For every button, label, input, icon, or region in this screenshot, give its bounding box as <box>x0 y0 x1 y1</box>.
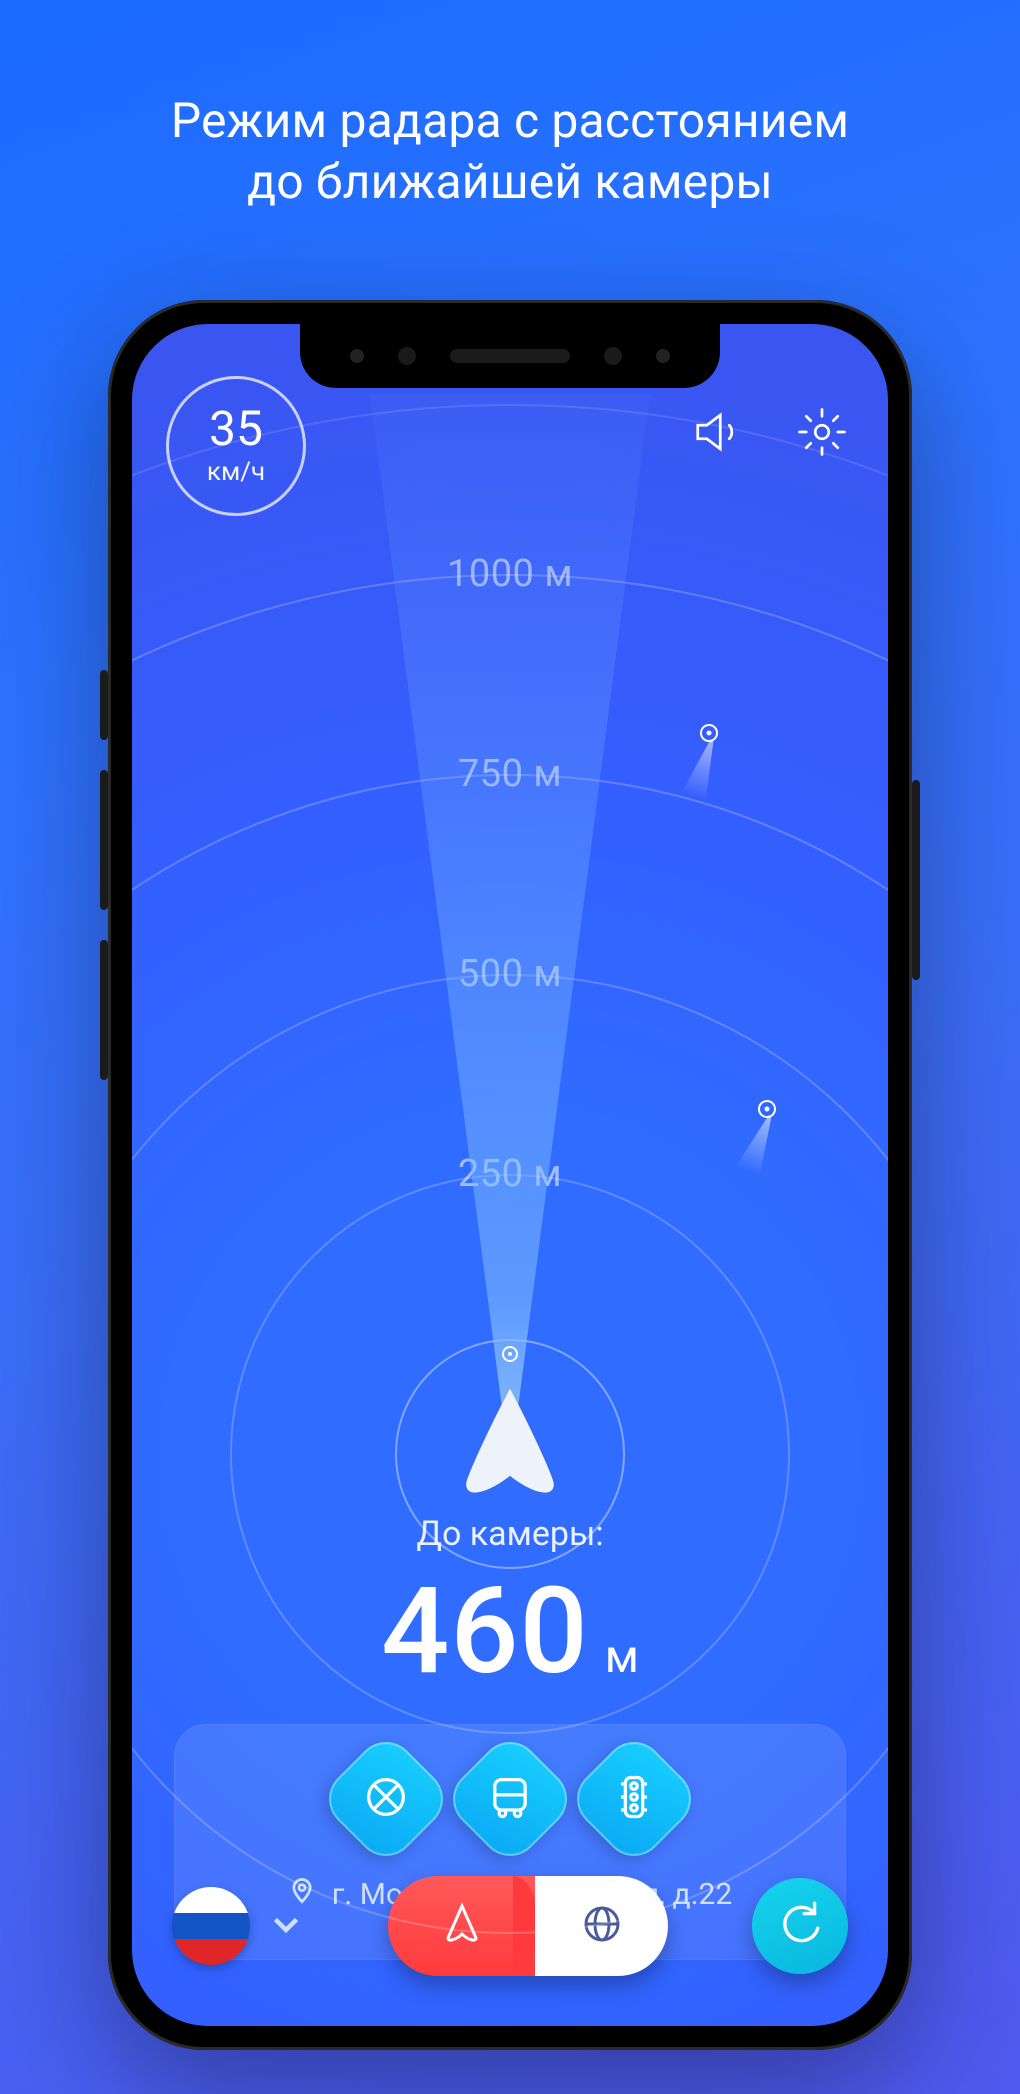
app-screen: 35 км/ч <box>132 324 888 2026</box>
camera-blip[interactable] <box>758 1100 776 1118</box>
top-bar: 35 км/ч <box>132 372 888 522</box>
notch-camera <box>604 347 622 365</box>
promo-title: Режим радара с расстоянием до ближайшей … <box>0 90 1020 213</box>
promo-line-1: Режим радара с расстоянием <box>0 90 1020 151</box>
phone-power-button <box>912 780 920 980</box>
phone-volume-down <box>100 940 108 1080</box>
speed-badge[interactable]: 35 км/ч <box>166 376 306 516</box>
promo-line-2: до ближайшей камеры <box>0 151 1020 212</box>
speed-value: 35 <box>209 405 263 453</box>
promo-canvas: Режим радара с расстоянием до ближайшей … <box>0 0 1020 2094</box>
camera-blip[interactable] <box>700 724 718 742</box>
sound-icon <box>691 405 745 463</box>
notch-speaker <box>450 349 570 363</box>
distance-value: 460 <box>381 1562 589 1702</box>
sound-button[interactable] <box>686 402 750 466</box>
phone-notch <box>300 324 720 388</box>
speed-unit: км/ч <box>207 457 265 487</box>
self-position-dot <box>502 1346 518 1362</box>
phone-mute-switch <box>100 670 108 740</box>
phone-volume-up <box>100 770 108 910</box>
notch-camera <box>398 347 416 365</box>
direction-arrow-icon <box>458 1384 562 1504</box>
phone-frame: 35 км/ч <box>108 300 912 2050</box>
top-icons <box>686 402 854 466</box>
gear-icon <box>795 405 849 463</box>
notch-sensor <box>350 349 364 363</box>
settings-button[interactable] <box>790 402 854 466</box>
distance-unit: м <box>605 1630 639 1684</box>
distance-label: До камеры: <box>132 1514 888 1554</box>
distance-readout: До камеры: 460 м <box>132 1514 888 1702</box>
notch-sensor <box>656 349 670 363</box>
